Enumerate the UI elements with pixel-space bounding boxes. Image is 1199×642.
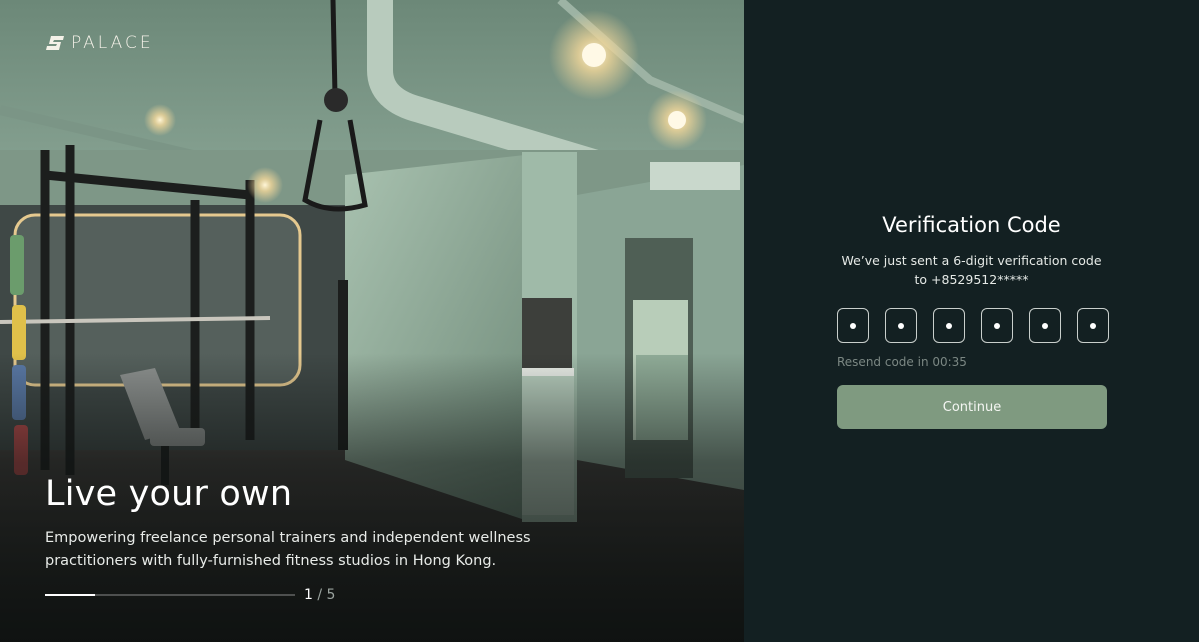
hero-title: Live your own [45,474,293,514]
resend-code-timer: Resend code in 00:35 [837,355,967,369]
brand-logo[interactable]: PALACE [45,33,154,53]
slide-counter: 1 / 5 [304,587,335,603]
otp-digit-5[interactable] [1029,308,1061,343]
slide-progress-fill [45,594,95,596]
otp-digit-3[interactable] [933,308,965,343]
otp-digit-1[interactable] [837,308,869,343]
verification-description-line-2: to +8529512***** [914,271,1029,287]
otp-code-inputs [837,308,1109,343]
slide-progress-bar [45,594,295,596]
otp-dot-5 [1042,322,1048,329]
otp-dot-3 [946,322,952,329]
palace-logo-icon [46,36,64,50]
verification-description-line-1: We’ve just sent a 6-digit verification c… [841,253,1102,268]
slide-separator: / [317,587,323,603]
otp-digit-6[interactable] [1077,308,1109,343]
brand-name: PALACE [71,33,154,53]
verification-panel: Verification Code We’ve just sent a 6-di… [744,0,1199,642]
otp-digit-2[interactable] [885,308,917,343]
otp-dot-1 [850,322,856,329]
verification-title: Verification Code [882,213,1061,237]
slide-current: 1 [304,587,313,603]
verification-description: We’ve just sent a 6-digit verification c… [744,252,1199,289]
otp-dot-4 [994,322,1000,329]
otp-dot-6 [1090,322,1096,329]
hero-panel: PALACE Live your own Empowering freelanc… [0,0,744,642]
continue-button[interactable]: Continue [837,385,1107,429]
slide-total: 5 [326,587,336,603]
otp-digit-4[interactable] [981,308,1013,343]
otp-dot-2 [898,322,904,329]
hero-subtitle: Empowering freelance personal trainers a… [45,530,531,569]
